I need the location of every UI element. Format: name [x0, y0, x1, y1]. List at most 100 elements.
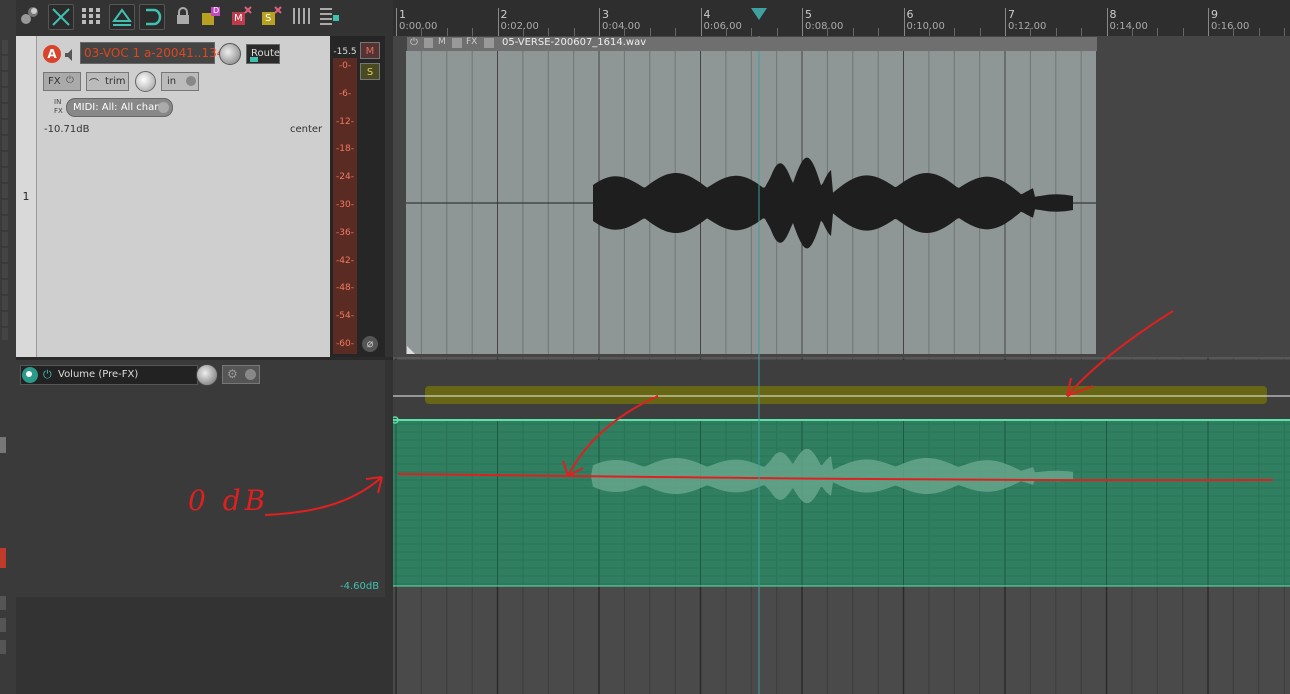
vu-peak-readout: -15.5: [333, 47, 357, 57]
envelope-settings-button[interactable]: ⚙: [222, 365, 260, 384]
ruler-major-tick: [802, 8, 803, 36]
vu-tick-label: -48-: [336, 283, 354, 294]
ruler-major-tick: [700, 8, 702, 36]
item-mute-icon[interactable]: M: [438, 37, 446, 47]
item-properties-icon[interactable]: [484, 38, 494, 48]
vu-tick-label: -24-: [336, 172, 354, 183]
ruler-time-label: 0:02.00: [500, 21, 539, 32]
gear-icon: ⚙: [227, 367, 238, 381]
envelope-name: Volume (Pre-FX): [58, 369, 139, 380]
arrange-view[interactable]: [393, 36, 1290, 694]
ruler-minor-tick: [472, 28, 474, 36]
fx-bypass-icon[interactable]: ⏻: [66, 75, 74, 86]
media-item-header[interactable]: ⏻ M FX 05-VERSE-200607_1614.wav: [407, 37, 1097, 51]
input-select[interactable]: in: [161, 72, 199, 91]
ruler-minor-tick: [1233, 28, 1235, 36]
snap-icon[interactable]: [139, 4, 165, 30]
vu-tick-label: -0-: [338, 61, 352, 71]
ruler-major-tick: [599, 8, 600, 36]
ruler-minor-tick: [954, 28, 956, 36]
route-button[interactable]: Route: [246, 44, 280, 64]
vu-tick-label: -60-: [336, 339, 354, 349]
left-edge-strip: [0, 0, 16, 694]
vu-tick-label: -18-: [336, 144, 354, 155]
record-mode-icon[interactable]: [18, 5, 40, 27]
auto-crossfade-icon[interactable]: [48, 4, 74, 30]
ruler-measure-label: 6: [906, 8, 914, 21]
track-pan-readout: center: [290, 124, 323, 135]
ruler-measure-label: 7: [1008, 8, 1015, 21]
media-item-name: 05-VERSE-200607_1614.wav: [502, 37, 647, 48]
record-arm-button[interactable]: A: [43, 45, 61, 63]
item-notes-icon[interactable]: [452, 38, 462, 48]
ruler-time-label: 0:16.00: [1211, 21, 1250, 32]
ruler-time-label: 0:14.00: [1109, 21, 1148, 32]
ruler-minor-tick: [573, 28, 575, 36]
ruler-minor-tick: [1131, 28, 1133, 36]
track-manager-icon[interactable]: [318, 5, 340, 27]
highlight-mark: [425, 386, 1267, 404]
midi-input-select[interactable]: MIDI: All: All chan: [66, 98, 173, 117]
input-label: in: [167, 76, 177, 87]
pan-knob[interactable]: [135, 71, 156, 92]
ruler-minor-tick: [1055, 28, 1057, 36]
playhead-marker[interactable]: [751, 8, 767, 20]
vu-tick-label: -36-: [336, 227, 354, 238]
solo-defeat-icon[interactable]: D: [200, 5, 222, 27]
item-fx-icon[interactable]: FX: [466, 37, 477, 47]
vu-tick-label: -6-: [338, 88, 352, 99]
item-lock-icon[interactable]: [424, 38, 433, 48]
dock-strip: [2, 40, 8, 340]
ruler-minor-tick: [776, 28, 778, 36]
dock-tab-red[interactable]: [0, 548, 6, 568]
vu-tick-label: -42-: [336, 255, 354, 266]
ruler-major-tick: [1005, 8, 1006, 36]
mute-button[interactable]: M: [360, 42, 380, 59]
fx-button[interactable]: FX ⏻: [43, 72, 81, 91]
solo-clear-icon[interactable]: S: [260, 5, 282, 27]
dock-tab[interactable]: [0, 596, 6, 610]
empty-track-area[interactable]: [16, 597, 393, 694]
ruler-minor-tick: [649, 28, 651, 36]
envelope-value-knob[interactable]: [196, 364, 218, 386]
ruler-time-label: 0:04.00: [602, 21, 641, 32]
main-toolbar: D M S: [16, 0, 392, 36]
ruler-minor-tick: [675, 28, 677, 36]
chevron-down-icon: [245, 369, 256, 380]
ruler-minor-tick: [1030, 28, 1032, 36]
trim-button[interactable]: ⌒ trim: [86, 72, 129, 91]
ripple-icon[interactable]: [109, 4, 135, 30]
phase-icon[interactable]: ⌀: [362, 336, 378, 352]
ruler-minor-tick: [1157, 28, 1159, 36]
ruler-measure-label: 5: [805, 8, 812, 21]
solo-button[interactable]: S: [360, 63, 380, 80]
in-fx-label-fx: FX: [54, 107, 63, 115]
ruler-minor-tick: [725, 28, 727, 36]
envelope-arm-dot: [26, 371, 32, 377]
vu-tick-label: -30-: [336, 200, 354, 210]
ruler-time-label: 0:12.00: [1008, 21, 1047, 32]
input-fx-icon[interactable]: IN FX: [44, 98, 64, 118]
item-power-icon[interactable]: ⏻: [410, 37, 418, 48]
badge-m: M: [234, 13, 243, 24]
ruler-time-label: 0:06.00: [703, 21, 742, 32]
ruler-major-tick: [903, 8, 905, 36]
mute-clear-icon[interactable]: M: [230, 5, 252, 27]
volume-knob[interactable]: [219, 43, 241, 65]
ruler-time-label: 0:00.00: [399, 21, 438, 32]
mixer-icon[interactable]: [290, 5, 312, 27]
fx-label: FX: [48, 76, 61, 87]
ruler-minor-tick: [878, 28, 880, 36]
ruler-minor-tick: [751, 28, 753, 36]
dock-tab[interactable]: [0, 437, 6, 453]
envelope-icon: ⌒: [89, 79, 99, 90]
badge-s: S: [265, 13, 272, 24]
lock-icon[interactable]: [172, 5, 194, 27]
monitor-speaker-icon[interactable]: [64, 47, 78, 61]
envelope-bypass-icon[interactable]: ⏻: [43, 368, 52, 382]
dock-tab[interactable]: [0, 618, 6, 632]
grid-icon[interactable]: [80, 5, 102, 27]
dock-tab[interactable]: [0, 640, 6, 654]
track-name-field[interactable]: 03-VOC 1 a-20041..1342: [80, 42, 232, 64]
envelope-name-field[interactable]: ⏻ Volume (Pre-FX): [20, 365, 198, 385]
